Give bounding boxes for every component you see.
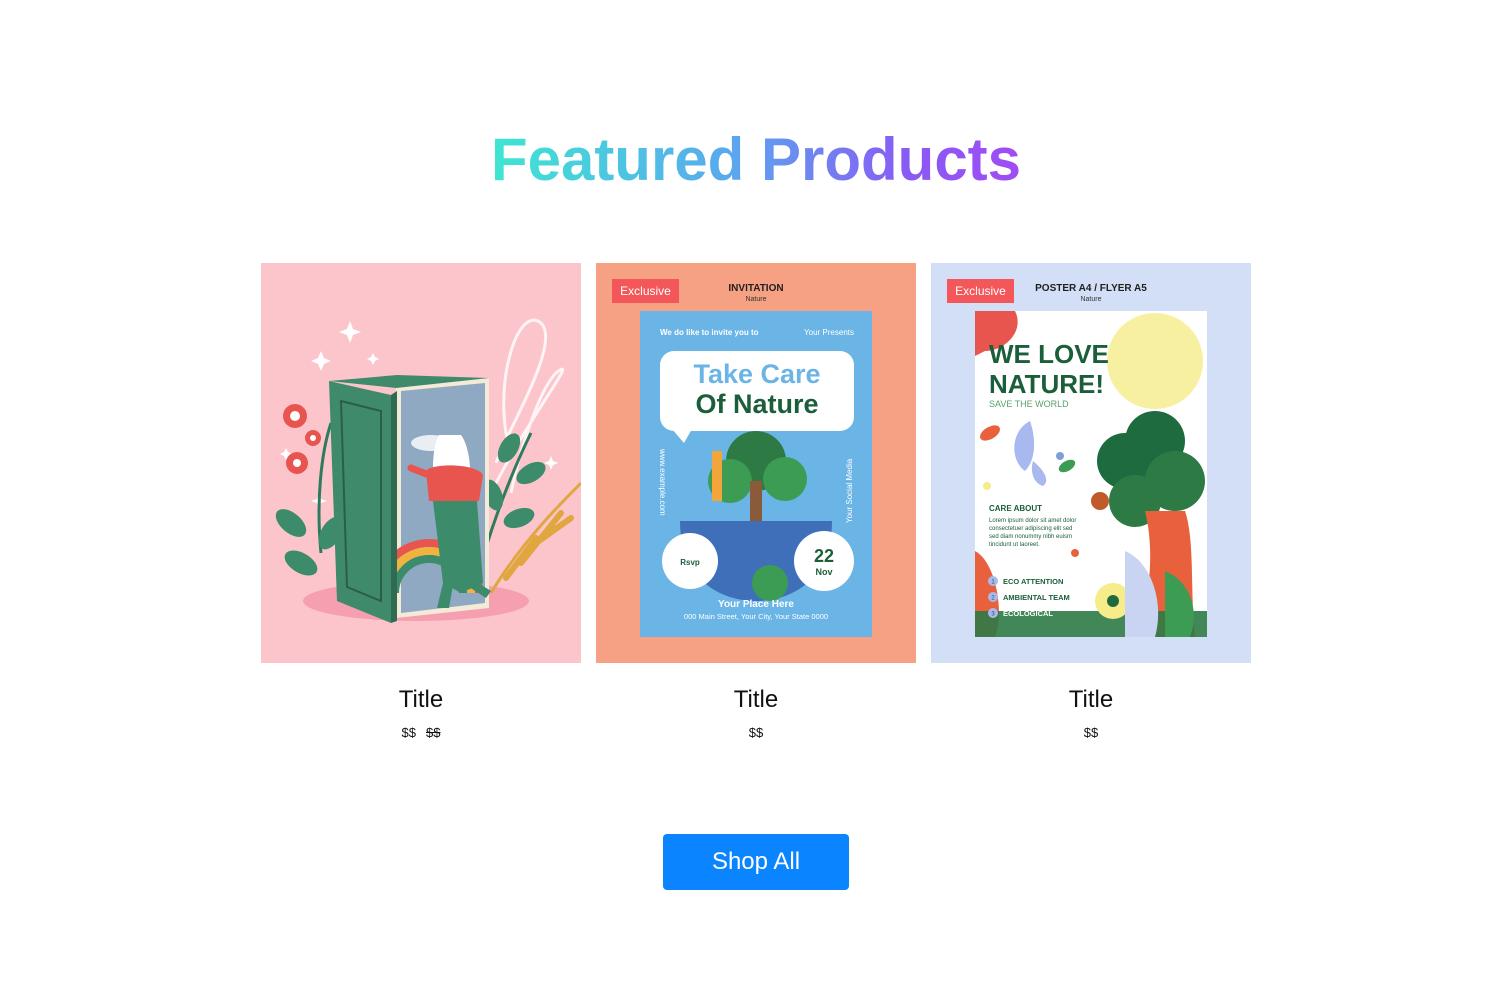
poster-care-about: CARE ABOUT [989, 504, 1042, 513]
product-title-3[interactable]: Title [931, 685, 1251, 715]
product-title-2[interactable]: Title [596, 685, 916, 715]
category-subtitle: Nature [745, 296, 767, 303]
product-card-2[interactable]: Exclusive INVITATION Nature We do like t… [596, 263, 916, 741]
poster-lorem-4: tincidunt ut laoreet. [989, 542, 1040, 548]
poster-item-1-label: ECO ATTENTION [1003, 577, 1063, 586]
flyer-address: 000 Main Street, Your City, Your State 0… [684, 612, 828, 621]
flyer-headline-1: Take Care [693, 359, 820, 389]
nature-poster-preview: WE LOVE NATURE! SAVE THE WORLD CARE ABOU… [975, 311, 1207, 637]
product-category-2: INVITATION Nature [706, 283, 806, 305]
flyer-rsvp: Rsvp [680, 558, 700, 567]
poster-headline-1: WE LOVE [989, 339, 1109, 369]
poster-item-2-label: AMBIENTAL TEAM [1003, 593, 1070, 602]
poster-tagline: SAVE THE WORLD [989, 399, 1069, 409]
flyer-month: Nov [815, 567, 832, 577]
poster-lorem-3: sed diam nonummy nibh euism [989, 534, 1072, 540]
flyer-day: 22 [814, 546, 834, 566]
product-sale-price-3: $$ [1083, 725, 1099, 740]
product-image-2[interactable]: Exclusive INVITATION Nature We do like t… [596, 263, 916, 663]
product-title-1[interactable]: Title [261, 685, 581, 715]
product-sale-price-2: $$ [748, 725, 764, 740]
category-title: POSTER A4 / FLYER A5 [1035, 283, 1147, 294]
poster-headline-2: NATURE! [989, 369, 1104, 399]
section-heading-text: Featured Products [490, 126, 1022, 193]
book-door-illustration [275, 318, 581, 623]
flyer-social: Your Social Media [845, 458, 854, 523]
flyer-invite-text: We do like to invite you to [660, 328, 759, 337]
product-card-1[interactable]: Title $$ $$ [261, 263, 581, 741]
shop-all-button[interactable]: Shop All [663, 834, 849, 890]
product-price-2: $$ [596, 725, 916, 741]
exclusive-badge: Exclusive [947, 279, 1014, 303]
product-sale-price-1: $$ [401, 725, 416, 740]
product-price-3: $$ [931, 725, 1251, 741]
product-card-3[interactable]: Exclusive POSTER A4 / FLYER A5 Nature WE… [931, 263, 1251, 741]
product-original-price-1: $$ [426, 725, 441, 740]
product-price-1: $$ $$ [261, 725, 581, 741]
category-title: INVITATION [728, 283, 784, 294]
product-image-3[interactable]: Exclusive POSTER A4 / FLYER A5 Nature WE… [931, 263, 1251, 663]
flyer-presents-text: Your Presents [804, 328, 854, 337]
poster-item-3-label: ECOLOGICAL [1003, 609, 1053, 618]
product-category-3: POSTER A4 / FLYER A5 Nature [1021, 283, 1161, 305]
poster-lorem-2: consectetuer adipiscing elit sed [989, 526, 1072, 532]
poster-lorem-1: Lorem ipsum dolor sit amet dolor [989, 518, 1076, 524]
product-image-1[interactable] [261, 263, 581, 663]
flyer-place: Your Place Here [718, 599, 794, 610]
flyer-headline-2: Of Nature [695, 389, 818, 419]
invitation-flyer-preview: We do like to invite you to Your Present… [640, 311, 872, 637]
section-heading: Featured Products [0, 122, 1512, 198]
category-subtitle: Nature [1080, 296, 1102, 303]
exclusive-badge: Exclusive [612, 279, 679, 303]
flyer-website: www.example.com [658, 448, 667, 516]
